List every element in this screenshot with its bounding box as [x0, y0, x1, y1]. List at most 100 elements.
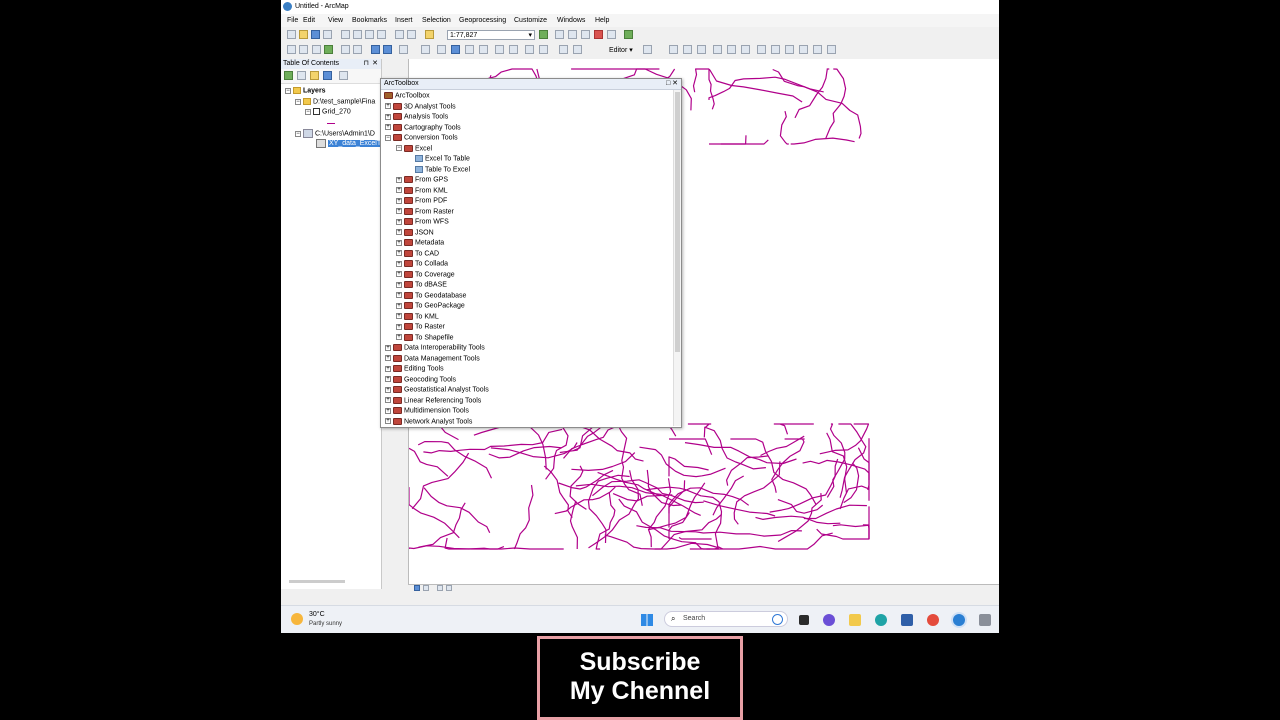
expand-icon[interactable]: + — [396, 302, 402, 309]
menu-selection[interactable]: Selection — [422, 17, 451, 24]
trace-icon[interactable] — [683, 45, 692, 54]
data-view-icon[interactable] — [559, 45, 568, 54]
toolbox-tree-item[interactable]: + To CAD — [396, 249, 439, 257]
partly-sunny-icon[interactable] — [291, 613, 303, 625]
toolbox-tree-item[interactable]: + From Raster — [396, 207, 454, 215]
expand-icon[interactable]: + — [385, 397, 391, 404]
expand-icon[interactable]: + — [385, 407, 391, 414]
toolbox-tree-item[interactable]: + From KML — [396, 186, 448, 194]
toolbox-tree-item[interactable]: + To Collada — [396, 260, 448, 267]
toc-grid-layer-row[interactable]: − Grid_270 — [305, 108, 351, 115]
pause-drawing-icon[interactable] — [446, 585, 452, 591]
menu-file[interactable]: File — [287, 17, 298, 24]
collapse-icon[interactable]: − — [285, 87, 291, 94]
editor-toolbar-icon[interactable] — [539, 30, 548, 39]
toc-options-icon[interactable] — [339, 71, 348, 80]
close-icon[interactable]: ✕ — [672, 80, 678, 87]
checkbox-icon[interactable] — [313, 108, 320, 115]
taskbar-search-box[interactable]: ⌕ Search — [664, 611, 788, 627]
close-icon[interactable]: ✕ — [372, 59, 378, 69]
print-icon[interactable] — [323, 30, 332, 39]
expand-icon[interactable]: + — [396, 292, 402, 299]
expand-icon[interactable]: + — [385, 418, 391, 425]
toolbox-tree-item[interactable]: + Data Interoperability Tools — [385, 344, 485, 351]
toolbox-tree-item[interactable]: + To GeoPackage — [396, 302, 465, 309]
create-features-icon[interactable] — [813, 45, 822, 54]
paste-icon[interactable] — [365, 30, 374, 39]
menu-view[interactable]: View — [328, 17, 343, 24]
toolbox-tree-item[interactable]: + To Raster — [396, 323, 445, 330]
expand-icon[interactable]: + — [385, 124, 391, 131]
toc-folder2-row[interactable]: − C:\Users\Admin1\D — [295, 129, 375, 138]
expand-icon[interactable]: + — [396, 271, 402, 278]
toolbox-tree-item[interactable]: + To Geodatabase — [396, 291, 466, 299]
toolbox-tree-item[interactable]: Table To Excel — [407, 165, 470, 173]
table-of-contents-icon[interactable] — [555, 30, 564, 39]
edge-browser-icon[interactable] — [875, 614, 887, 626]
edit-tool-icon[interactable] — [643, 45, 652, 54]
menu-help[interactable]: Help — [595, 17, 609, 24]
toolbox-tree-item[interactable]: Excel To Table — [407, 155, 470, 162]
edit-vertices-icon[interactable] — [713, 45, 722, 54]
reshape-icon[interactable] — [727, 45, 736, 54]
collapse-icon[interactable]: − — [295, 98, 301, 105]
new-document-icon[interactable] — [287, 30, 296, 39]
cut-polygons-icon[interactable] — [741, 45, 750, 54]
list-by-visibility-icon[interactable] — [310, 71, 319, 80]
model-builder-icon[interactable] — [624, 30, 633, 39]
expand-icon[interactable]: + — [385, 355, 391, 362]
sketch-properties-icon[interactable] — [799, 45, 808, 54]
toolbox-tree-item[interactable]: + Analysis Tools — [385, 113, 448, 120]
delete-icon[interactable] — [377, 30, 386, 39]
toolbox-tree-item[interactable]: + Editing Tools — [385, 365, 444, 372]
collapse-icon[interactable]: − — [396, 145, 402, 152]
open-folder-icon[interactable] — [299, 30, 308, 39]
copy-icon[interactable] — [353, 30, 362, 39]
list-by-source-icon[interactable] — [297, 71, 306, 80]
collapse-icon[interactable]: − — [295, 130, 301, 137]
menu-insert[interactable]: Insert — [395, 17, 413, 24]
data-view-tab-icon[interactable] — [414, 585, 420, 591]
toolbox-tree-item[interactable]: + To Shapefile — [396, 333, 454, 341]
expand-icon[interactable]: + — [385, 103, 391, 110]
toolbox-tree-item[interactable]: + To dBASE — [396, 281, 447, 288]
expand-icon[interactable]: + — [396, 218, 402, 225]
collapse-icon[interactable]: − — [305, 108, 311, 115]
menu-windows[interactable]: Windows — [557, 17, 585, 24]
find-icon[interactable] — [465, 45, 474, 54]
expand-icon[interactable]: + — [396, 176, 402, 183]
attributes-icon[interactable] — [785, 45, 794, 54]
toolbox-tree-item[interactable]: + From GPS — [396, 176, 448, 183]
file-explorer-icon[interactable] — [849, 614, 861, 626]
toolbox-tree-item[interactable]: − Conversion Tools — [385, 134, 458, 141]
zoom-in-icon[interactable] — [287, 45, 296, 54]
expand-icon[interactable]: + — [385, 376, 391, 383]
refresh-icon[interactable] — [437, 585, 443, 591]
weather-condition[interactable]: Partly sunny — [309, 621, 342, 627]
arccatalog-taskbar-icon[interactable] — [979, 614, 991, 626]
clear-selection-icon[interactable] — [421, 45, 430, 54]
toolbox-tree-item[interactable]: + Cartography Tools — [385, 123, 461, 131]
editor-options-icon[interactable] — [827, 45, 836, 54]
layout-view-icon[interactable] — [573, 45, 582, 54]
arctoolbox-scrollbar[interactable] — [673, 90, 681, 426]
expand-icon[interactable]: + — [396, 281, 402, 288]
save-icon[interactable] — [311, 30, 320, 39]
time-slider-icon[interactable] — [525, 45, 534, 54]
windows-start-icon[interactable] — [641, 614, 653, 626]
add-data-icon[interactable] — [425, 30, 434, 39]
pan-icon[interactable] — [312, 45, 321, 54]
expand-icon[interactable]: + — [396, 229, 402, 236]
python-window-icon[interactable] — [607, 30, 616, 39]
chrome-icon[interactable] — [927, 614, 939, 626]
split-tool-icon[interactable] — [757, 45, 766, 54]
expand-icon[interactable]: + — [396, 313, 402, 320]
expand-icon[interactable]: + — [396, 250, 402, 257]
toolbox-tree-item[interactable]: − Excel — [396, 144, 432, 152]
expand-icon[interactable]: + — [396, 197, 402, 204]
expand-icon[interactable]: + — [385, 344, 391, 351]
toolbox-tree-item[interactable]: + Data Management Tools — [385, 354, 480, 362]
menu-bookmarks[interactable]: Bookmarks — [352, 17, 387, 24]
expand-icon[interactable]: + — [385, 386, 391, 393]
toolbox-tree-item[interactable]: + Geostatistical Analyst Tools — [385, 386, 489, 393]
